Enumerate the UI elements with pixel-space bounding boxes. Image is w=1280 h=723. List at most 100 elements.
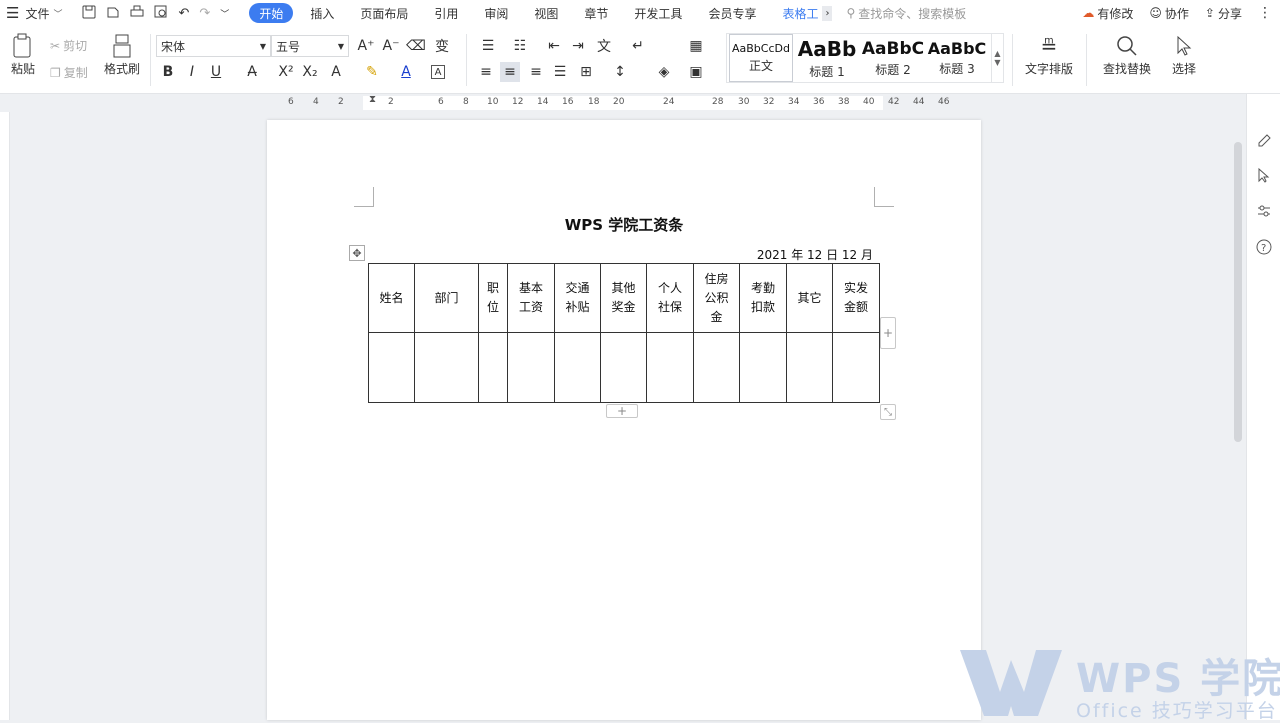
clear-format-icon[interactable]: ⌫ <box>406 36 426 56</box>
add-row-button[interactable]: + <box>606 404 638 418</box>
copy-button[interactable]: ❐ 复制 <box>50 64 88 81</box>
distributed-icon[interactable]: ⊞ <box>576 62 596 82</box>
tab-developer[interactable]: 开发工具 <box>621 0 695 26</box>
horizontal-ruler[interactable]: 6 4 2 2 6 8 10 12 14 16 18 20 24 28 30 3… <box>0 94 1230 112</box>
save-icon[interactable] <box>82 5 96 22</box>
tab-table-tools[interactable]: 表格工 <box>769 0 822 26</box>
show-marks-icon[interactable]: ▦ <box>686 36 706 56</box>
collab-button[interactable]: ☺ 协作 <box>1141 5 1197 22</box>
header-cell-base-salary[interactable]: 基本 工资 <box>507 263 555 333</box>
redo-icon[interactable]: ↷ <box>199 6 210 21</box>
text-layout-button[interactable]: ≞ 文字排版 <box>1020 32 1078 77</box>
italic-icon[interactable]: I <box>182 62 202 82</box>
vertical-ruler[interactable] <box>0 112 10 720</box>
header-cell-social-security[interactable]: 个人 社保 <box>646 263 694 333</box>
grow-font-icon[interactable]: A⁺ <box>356 36 376 56</box>
command-search[interactable]: ⚲ 查找命令、搜索模板 <box>846 5 996 22</box>
tab-page-layout[interactable]: 页面布局 <box>347 0 421 26</box>
line-spacing-icon[interactable]: ↕ <box>610 62 630 82</box>
header-cell-position[interactable]: 职 位 <box>478 263 508 333</box>
header-cell-department[interactable]: 部门 <box>414 263 479 333</box>
print-preview-icon[interactable] <box>154 5 168 22</box>
tab-member[interactable]: 会员专享 <box>695 0 769 26</box>
table-cell[interactable] <box>478 332 508 403</box>
shrink-font-icon[interactable]: A⁻ <box>381 36 401 56</box>
add-column-button[interactable]: + <box>880 317 896 349</box>
tab-references[interactable]: 引用 <box>421 0 471 26</box>
borders-icon[interactable]: ▣ <box>686 62 706 82</box>
table-move-handle-icon[interactable]: ✥ <box>349 245 365 261</box>
changes-button[interactable]: ☁ 有修改 <box>1074 5 1141 22</box>
subscript-icon[interactable]: X₂ <box>300 62 320 82</box>
cut-button[interactable]: ✂ 剪切 <box>50 37 87 54</box>
tab-review[interactable]: 审阅 <box>471 0 521 26</box>
header-cell-other[interactable]: 其它 <box>786 263 833 333</box>
salary-table[interactable]: 姓名 部门 职 位 基本 工资 交通 补贴 其他 奖金 个人 社保 住房 公积 … <box>368 263 880 403</box>
resize-table-icon[interactable]: ⤡ <box>880 404 896 420</box>
find-replace-button[interactable]: 查找替换 <box>1098 32 1156 77</box>
text-effect-icon[interactable]: A <box>326 62 346 82</box>
scrollbar-thumb[interactable] <box>1234 142 1242 442</box>
undo-icon[interactable]: ↶ <box>178 6 189 21</box>
export-icon[interactable] <box>106 5 120 22</box>
style-normal[interactable]: AaBbCcDd 正文 <box>729 34 793 82</box>
help-icon[interactable]: ? <box>1255 238 1273 256</box>
header-cell-housing-fund[interactable]: 住房 公积 金 <box>693 263 740 333</box>
text-direction-icon[interactable]: ↵ <box>628 36 648 56</box>
more-menu-icon[interactable]: ⋮ <box>1250 5 1280 21</box>
shading-icon[interactable]: ◈ <box>654 62 674 82</box>
numbered-list-icon[interactable]: ☷ <box>510 36 530 56</box>
document-page[interactable]: WPS 学院工资条 2021 年 12 日 12 月 ✥ 姓名 部门 职 位 基… <box>267 120 981 720</box>
paste-button[interactable]: 粘贴 <box>6 32 40 77</box>
char-border-icon[interactable]: A <box>431 65 445 79</box>
strikethrough-icon[interactable]: A̶ <box>242 62 262 82</box>
table-cell[interactable] <box>414 332 479 403</box>
document-date[interactable]: 2021 年 12 日 12 月 <box>757 246 873 263</box>
justify-icon[interactable]: ☰ <box>550 62 570 82</box>
chinese-layout-icon[interactable]: 文 <box>594 36 614 56</box>
highlight-icon[interactable]: ✎ <box>362 62 382 82</box>
indent-marker-icon[interactable]: ⧗ <box>369 94 376 105</box>
format-painter-button[interactable]: 格式刷 <box>102 32 142 77</box>
chevron-right-icon[interactable]: › <box>822 5 833 21</box>
table-cell[interactable] <box>832 332 880 403</box>
font-size-select[interactable]: 五号 ▼ <box>271 35 349 57</box>
tab-insert[interactable]: 插入 <box>297 0 347 26</box>
header-cell-transport[interactable]: 交通 补贴 <box>554 263 601 333</box>
vertical-scrollbar[interactable] <box>1232 112 1244 720</box>
underline-icon[interactable]: U <box>206 62 226 82</box>
bullet-list-icon[interactable]: ☰ <box>478 36 498 56</box>
phonetic-icon[interactable]: 变 <box>432 36 452 56</box>
bold-icon[interactable]: B <box>158 62 178 82</box>
table-cell[interactable] <box>507 332 555 403</box>
document-title[interactable]: WPS 学院工资条 <box>267 214 981 235</box>
file-menu[interactable]: ☰ 文件 ﹀ <box>0 0 68 26</box>
table-cell[interactable] <box>786 332 833 403</box>
share-button[interactable]: ⇪ 分享 <box>1197 5 1250 22</box>
superscript-icon[interactable]: X² <box>276 62 296 82</box>
table-cell[interactable] <box>600 332 647 403</box>
style-heading-2[interactable]: AaBbC 标题 2 <box>861 34 925 82</box>
style-heading-1[interactable]: AaBb 标题 1 <box>795 34 859 82</box>
tab-view[interactable]: 视图 <box>521 0 571 26</box>
header-cell-bonus[interactable]: 其他 奖金 <box>600 263 647 333</box>
table-cell[interactable] <box>693 332 740 403</box>
header-cell-attendance[interactable]: 考勤 扣款 <box>739 263 787 333</box>
increase-indent-icon[interactable]: ⇥ <box>568 36 588 56</box>
style-heading-3[interactable]: AaBbC 标题 3 <box>925 34 989 82</box>
adjust-sliders-icon[interactable] <box>1255 202 1273 220</box>
font-color-icon[interactable]: A <box>396 62 416 82</box>
table-cell[interactable] <box>554 332 601 403</box>
print-icon[interactable] <box>130 5 144 22</box>
align-right-icon[interactable]: ≡ <box>526 62 546 82</box>
styles-scroll[interactable]: ▲ ▼ <box>991 34 1003 82</box>
decrease-indent-icon[interactable]: ⇤ <box>544 36 564 56</box>
table-cell[interactable] <box>646 332 694 403</box>
align-center-icon[interactable]: ≡ <box>500 62 520 82</box>
header-cell-name[interactable]: 姓名 <box>368 263 415 333</box>
table-cell[interactable] <box>368 332 415 403</box>
edit-pen-icon[interactable] <box>1255 132 1273 150</box>
tab-home[interactable]: 开始 <box>249 3 294 23</box>
tab-section[interactable]: 章节 <box>571 0 621 26</box>
select-button[interactable]: 选择 <box>1166 32 1202 77</box>
